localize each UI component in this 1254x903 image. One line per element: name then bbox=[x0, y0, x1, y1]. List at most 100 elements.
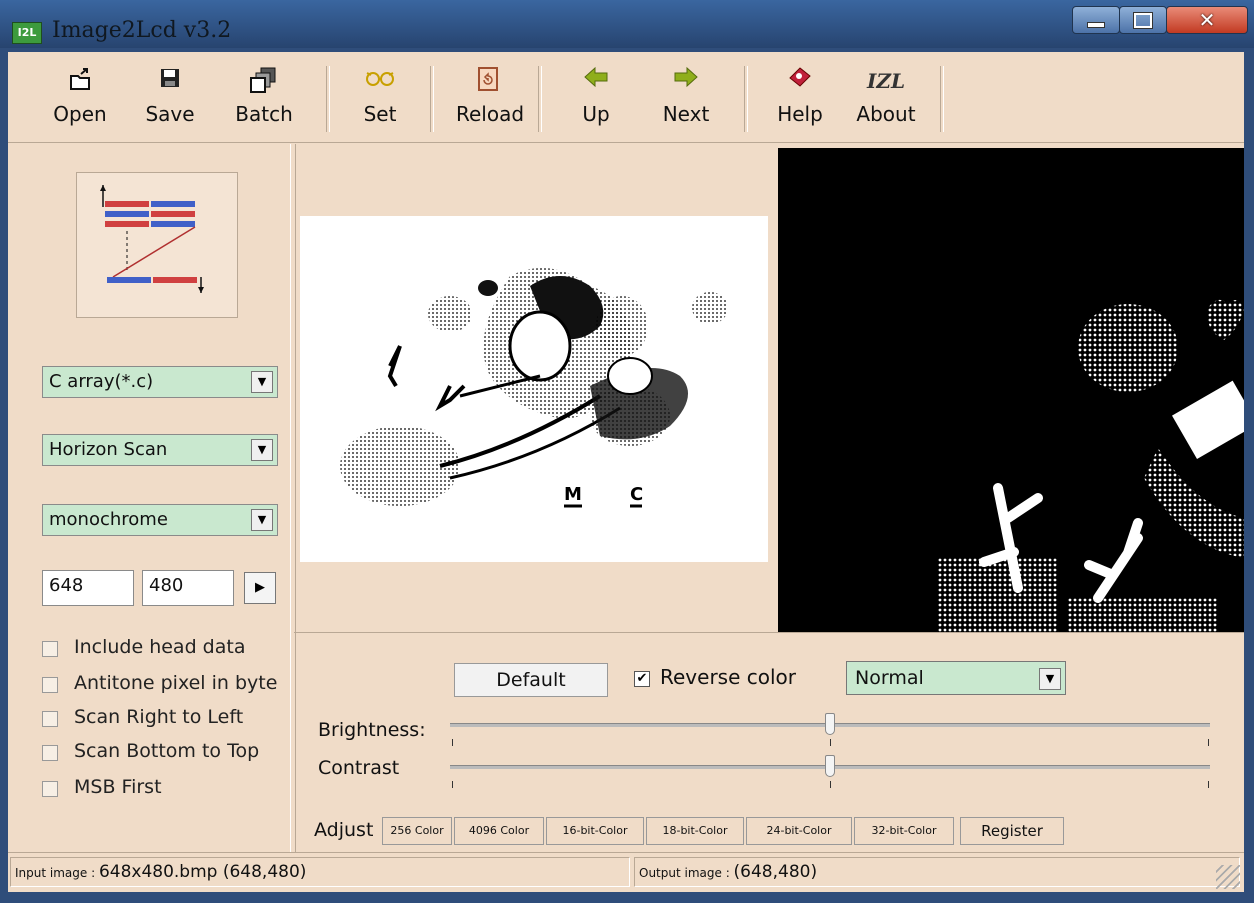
reverse-color-checkbox[interactable]: ✔ bbox=[634, 671, 650, 687]
checkbox-label: Scan Bottom to Top bbox=[74, 740, 260, 762]
chevron-down-icon[interactable]: ▼ bbox=[1039, 668, 1061, 690]
checkbox-box[interactable] bbox=[42, 711, 58, 727]
maximize-button[interactable] bbox=[1119, 6, 1167, 34]
chevron-down-icon[interactable]: ▼ bbox=[251, 439, 273, 461]
output-type-value: C array(*.c) bbox=[49, 371, 154, 392]
tab-4096-color[interactable]: 4096 Color bbox=[454, 817, 544, 845]
contrast-label: Contrast bbox=[318, 757, 400, 779]
scan-mode-select[interactable]: Horizon Scan ▼ bbox=[42, 434, 278, 466]
floppy-disk-icon bbox=[138, 66, 202, 96]
reload-icon bbox=[456, 66, 520, 96]
checkbox-box[interactable] bbox=[42, 781, 58, 797]
save-label: Save bbox=[145, 102, 195, 126]
contrast-slider-thumb[interactable] bbox=[825, 755, 835, 777]
slider-tick bbox=[452, 739, 453, 746]
open-label: Open bbox=[53, 102, 107, 126]
checkbox-box[interactable] bbox=[42, 677, 58, 693]
app-icon: I2L bbox=[12, 22, 42, 44]
preview-letter-m: M bbox=[564, 484, 582, 505]
color-depth-select[interactable]: monochrome ▼ bbox=[42, 504, 278, 536]
toolbar: Open Save Batch Set Reload Up Next Help … bbox=[8, 52, 1244, 143]
batch-button[interactable]: Batch bbox=[232, 66, 296, 134]
tab-register[interactable]: Register bbox=[960, 817, 1064, 845]
minimize-icon bbox=[1087, 22, 1105, 28]
close-button[interactable]: ✕ bbox=[1166, 6, 1248, 34]
toolbar-separator bbox=[430, 66, 434, 132]
play-arrow-icon: ▶ bbox=[255, 580, 265, 595]
help-label: Help bbox=[777, 102, 823, 126]
checkbox-label: MSB First bbox=[74, 776, 162, 798]
output-zoom-image bbox=[938, 299, 1244, 632]
color-depth-value: monochrome bbox=[49, 509, 168, 530]
maximize-icon bbox=[1134, 12, 1152, 28]
output-image-status: Output image : (648,480) bbox=[634, 857, 1240, 887]
apply-size-button[interactable]: ▶ bbox=[244, 572, 276, 604]
tab-adjust[interactable]: Adjust bbox=[314, 819, 373, 841]
slider-tick bbox=[1208, 739, 1209, 746]
checkbox-label: Antitone pixel in byte bbox=[74, 672, 278, 694]
input-image-preview: M C bbox=[300, 216, 768, 562]
slider-tick bbox=[1208, 781, 1209, 788]
minimize-button[interactable] bbox=[1072, 6, 1120, 34]
open-button[interactable]: Open bbox=[48, 66, 112, 134]
default-button[interactable]: Default bbox=[454, 663, 608, 697]
tab-256-color[interactable]: 256 Color bbox=[382, 817, 452, 845]
arrow-left-icon bbox=[564, 66, 628, 96]
input-image-value: 648x480.bmp (648,480) bbox=[98, 862, 307, 882]
brightness-slider-thumb[interactable] bbox=[825, 713, 835, 735]
status-bar: Input image : 648x480.bmp (648,480) Outp… bbox=[8, 852, 1244, 893]
next-button[interactable]: Next bbox=[654, 66, 718, 134]
toolbar-separator bbox=[538, 66, 542, 132]
title-bar[interactable]: I2L Image2Lcd v3.2 ✕ bbox=[0, 0, 1254, 48]
checkbox-box[interactable] bbox=[42, 641, 58, 657]
window-title: Image2Lcd v3.2 bbox=[52, 18, 232, 43]
brightness-label: Brightness: bbox=[318, 719, 426, 741]
help-button[interactable]: Help bbox=[768, 66, 832, 134]
adjust-panel: Default ✔ Reverse color Normal ▼ Brightn… bbox=[294, 632, 1244, 847]
about-button[interactable]: IZL About bbox=[854, 66, 918, 134]
settings-panel: C array(*.c) ▼ Horizon Scan ▼ monochrome… bbox=[8, 144, 290, 852]
reload-button[interactable]: Reload bbox=[456, 66, 524, 134]
slider-tick bbox=[830, 739, 831, 746]
mode-value: Normal bbox=[855, 667, 924, 689]
chevron-down-icon[interactable]: ▼ bbox=[251, 371, 273, 393]
close-icon: ✕ bbox=[1198, 8, 1216, 32]
batch-files-icon bbox=[232, 66, 296, 96]
slider-tick bbox=[830, 781, 831, 788]
app-window: I2L Image2Lcd v3.2 ✕ Open Save Batch Set… bbox=[0, 0, 1254, 903]
mode-select[interactable]: Normal ▼ bbox=[846, 661, 1066, 695]
output-type-select[interactable]: C array(*.c) ▼ bbox=[42, 366, 278, 398]
width-input[interactable]: 648 bbox=[42, 570, 134, 606]
chevron-down-icon[interactable]: ▼ bbox=[251, 509, 273, 531]
help-book-icon bbox=[768, 66, 832, 96]
resize-grip[interactable] bbox=[1216, 865, 1240, 889]
tab-32-bit-color[interactable]: 32-bit-Color bbox=[854, 817, 954, 845]
tab-18-bit-color[interactable]: 18-bit-Color bbox=[646, 817, 744, 845]
glasses-icon bbox=[348, 66, 412, 96]
input-image-pane: M C bbox=[300, 148, 768, 632]
output-image-preview bbox=[778, 148, 1244, 632]
checkbox-box[interactable] bbox=[42, 745, 58, 761]
set-label: Set bbox=[363, 102, 397, 126]
preview-letter-c: C bbox=[630, 484, 643, 505]
scan-mode-value: Horizon Scan bbox=[49, 439, 168, 460]
toolbar-separator bbox=[940, 66, 944, 132]
reverse-color-label: Reverse color bbox=[660, 665, 796, 689]
about-label: About bbox=[856, 102, 916, 126]
next-label: Next bbox=[662, 102, 710, 126]
up-label: Up bbox=[582, 102, 610, 126]
height-input[interactable]: 480 bbox=[142, 570, 234, 606]
up-button[interactable]: Up bbox=[564, 66, 628, 134]
tab-24-bit-color[interactable]: 24-bit-Color bbox=[746, 817, 852, 845]
save-button[interactable]: Save bbox=[138, 66, 202, 134]
arrow-right-icon bbox=[654, 66, 718, 96]
batch-label: Batch bbox=[235, 102, 293, 126]
open-folder-icon bbox=[48, 66, 112, 96]
toolbar-separator bbox=[326, 66, 330, 132]
set-button[interactable]: Set bbox=[348, 66, 412, 134]
tab-16-bit-color[interactable]: 16-bit-Color bbox=[546, 817, 644, 845]
output-image-prefix: Output image : bbox=[639, 866, 734, 880]
input-image-status: Input image : 648x480.bmp (648,480) bbox=[10, 857, 630, 887]
slider-tick bbox=[452, 781, 453, 788]
toolbar-separator bbox=[744, 66, 748, 132]
